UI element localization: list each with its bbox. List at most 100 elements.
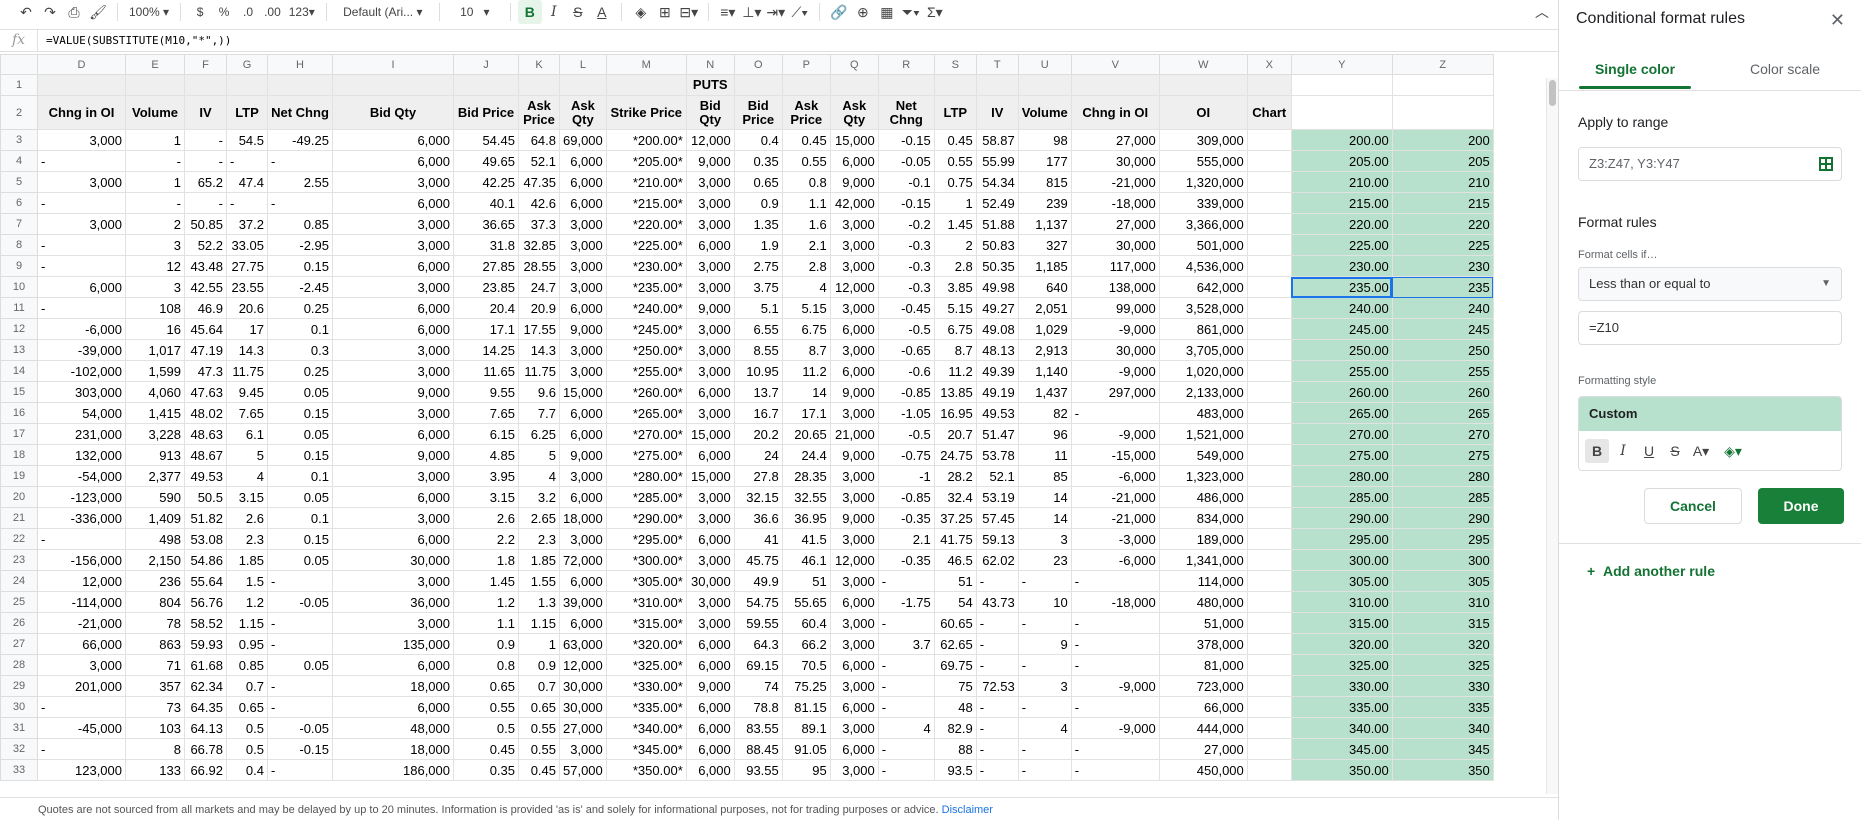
cell[interactable]: 54 bbox=[933, 591, 977, 613]
cell[interactable]: 6,000 bbox=[332, 192, 454, 214]
row-header[interactable]: 17 bbox=[0, 423, 38, 445]
cell[interactable]: 486,000 bbox=[1158, 486, 1248, 508]
cell[interactable]: 51.88 bbox=[975, 213, 1019, 235]
row-header[interactable]: 10 bbox=[0, 276, 38, 298]
cell[interactable]: 11 bbox=[1017, 444, 1072, 466]
cell[interactable]: 3,000 bbox=[559, 234, 607, 256]
cell[interactable] bbox=[605, 74, 687, 96]
highlighted-cell[interactable]: 275.00 bbox=[1290, 444, 1393, 466]
cell[interactable]: 6,000 bbox=[332, 255, 454, 277]
cell[interactable]: 75.25 bbox=[781, 675, 831, 697]
cell[interactable]: 6,000 bbox=[559, 486, 607, 508]
cell[interactable]: 7.7 bbox=[518, 402, 560, 424]
cell[interactable]: 590 bbox=[125, 486, 185, 508]
cell[interactable]: -336,000 bbox=[37, 507, 126, 529]
cell[interactable]: 2.1 bbox=[877, 528, 935, 550]
cell[interactable]: -0.5 bbox=[877, 318, 935, 340]
cell[interactable]: -15,000 bbox=[1070, 444, 1160, 466]
select-all-corner[interactable] bbox=[0, 54, 38, 75]
redo-icon[interactable]: ↷ bbox=[38, 0, 62, 24]
cell[interactable]: *235.00* bbox=[605, 276, 687, 298]
cell[interactable]: 3,228 bbox=[125, 423, 185, 445]
cell[interactable]: 2.2 bbox=[453, 528, 519, 550]
cell[interactable]: 36.6 bbox=[733, 507, 783, 529]
cell[interactable]: 9.6 bbox=[518, 381, 560, 403]
cell[interactable]: 0.55 bbox=[453, 696, 519, 718]
cell[interactable]: 2.65 bbox=[518, 507, 560, 529]
cell[interactable]: 498 bbox=[125, 528, 185, 550]
column-label[interactable]: Chart bbox=[1246, 95, 1292, 130]
cell[interactable] bbox=[1246, 402, 1292, 424]
column-header[interactable]: Z bbox=[1391, 54, 1494, 75]
column-header[interactable]: U bbox=[1017, 54, 1072, 75]
cell[interactable]: -102,000 bbox=[37, 360, 126, 382]
cell[interactable]: -0.3 bbox=[877, 234, 935, 256]
cell[interactable]: 1.15 bbox=[518, 612, 560, 634]
cell[interactable]: 27,000 bbox=[559, 717, 607, 739]
close-icon[interactable]: ✕ bbox=[1830, 10, 1845, 31]
cell[interactable]: 3,000 bbox=[685, 171, 735, 193]
cell[interactable]: 23.85 bbox=[453, 276, 519, 298]
cell[interactable]: -45,000 bbox=[37, 717, 126, 739]
cell[interactable]: 0.05 bbox=[267, 423, 333, 445]
cell[interactable]: 0.25 bbox=[267, 360, 333, 382]
cell[interactable]: 3,000 bbox=[332, 402, 454, 424]
cell[interactable]: -0.35 bbox=[877, 507, 935, 529]
cell[interactable]: 6,000 bbox=[332, 150, 454, 172]
cell[interactable]: 60.65 bbox=[933, 612, 977, 634]
cell[interactable]: -123,000 bbox=[37, 486, 126, 508]
cell[interactable]: 6.75 bbox=[781, 318, 831, 340]
cell[interactable]: 93.5 bbox=[933, 759, 977, 781]
cell[interactable]: 1,341,000 bbox=[1158, 549, 1248, 571]
strikethrough-icon[interactable]: S bbox=[566, 0, 590, 24]
cell[interactable]: - bbox=[226, 192, 268, 214]
row-header[interactable]: 19 bbox=[0, 465, 38, 487]
cell[interactable]: 20.2 bbox=[733, 423, 783, 445]
fill-color-icon[interactable]: ◈ bbox=[629, 0, 653, 24]
cell[interactable]: 1,017 bbox=[125, 339, 185, 361]
cell[interactable]: - bbox=[1070, 759, 1160, 781]
cell[interactable]: 9,000 bbox=[685, 297, 735, 319]
column-header[interactable]: H bbox=[267, 54, 333, 75]
cell[interactable]: 138,000 bbox=[1070, 276, 1160, 298]
highlighted-cell[interactable]: 255 bbox=[1391, 360, 1494, 382]
column-label[interactable]: LTP bbox=[226, 95, 268, 130]
cell[interactable]: 0.9 bbox=[518, 654, 560, 676]
cell[interactable]: -2.95 bbox=[267, 234, 333, 256]
highlighted-cell[interactable]: 280 bbox=[1391, 465, 1494, 487]
cell[interactable]: *260.00* bbox=[605, 381, 687, 403]
cell[interactable]: 6,000 bbox=[685, 738, 735, 760]
cell[interactable]: 501,000 bbox=[1158, 234, 1248, 256]
cell[interactable]: 17.1 bbox=[453, 318, 519, 340]
cell[interactable]: 74 bbox=[733, 675, 783, 697]
filter-icon[interactable]: ⏷▾ bbox=[899, 0, 923, 24]
cell[interactable]: 14.3 bbox=[226, 339, 268, 361]
cell[interactable]: - bbox=[125, 192, 185, 214]
cell[interactable]: 4,060 bbox=[125, 381, 185, 403]
cell[interactable]: - bbox=[37, 696, 126, 718]
cell[interactable]: 48.13 bbox=[975, 339, 1019, 361]
italic-icon[interactable]: I bbox=[1611, 439, 1635, 463]
cell[interactable]: 0.75 bbox=[933, 171, 977, 193]
cell[interactable] bbox=[1246, 696, 1292, 718]
cell[interactable]: 1,020,000 bbox=[1158, 360, 1248, 382]
font-size-select[interactable]: 10 ▾ bbox=[447, 0, 503, 24]
cell[interactable]: 15,000 bbox=[685, 423, 735, 445]
cell[interactable]: 2.6 bbox=[453, 507, 519, 529]
cell[interactable]: 43.73 bbox=[975, 591, 1019, 613]
cell[interactable]: 3,000 bbox=[559, 339, 607, 361]
column-label[interactable]: Bid Price bbox=[453, 95, 519, 130]
column-label[interactable]: Bid Price bbox=[733, 95, 783, 130]
cell[interactable]: - bbox=[975, 633, 1019, 655]
cell[interactable]: 49.27 bbox=[975, 297, 1019, 319]
cell[interactable] bbox=[781, 74, 831, 96]
cell[interactable]: 62.34 bbox=[184, 675, 227, 697]
row-header[interactable]: 24 bbox=[0, 570, 38, 592]
cell[interactable]: 0.05 bbox=[267, 549, 333, 571]
cell[interactable]: 47.19 bbox=[184, 339, 227, 361]
cell[interactable]: 55.99 bbox=[975, 150, 1019, 172]
cell[interactable]: 450,000 bbox=[1158, 759, 1248, 781]
font-select[interactable]: Default (Ari... ▾ bbox=[334, 0, 432, 24]
cell[interactable]: 339,000 bbox=[1158, 192, 1248, 214]
merge-cells-icon[interactable]: ⊟▾ bbox=[677, 0, 701, 24]
